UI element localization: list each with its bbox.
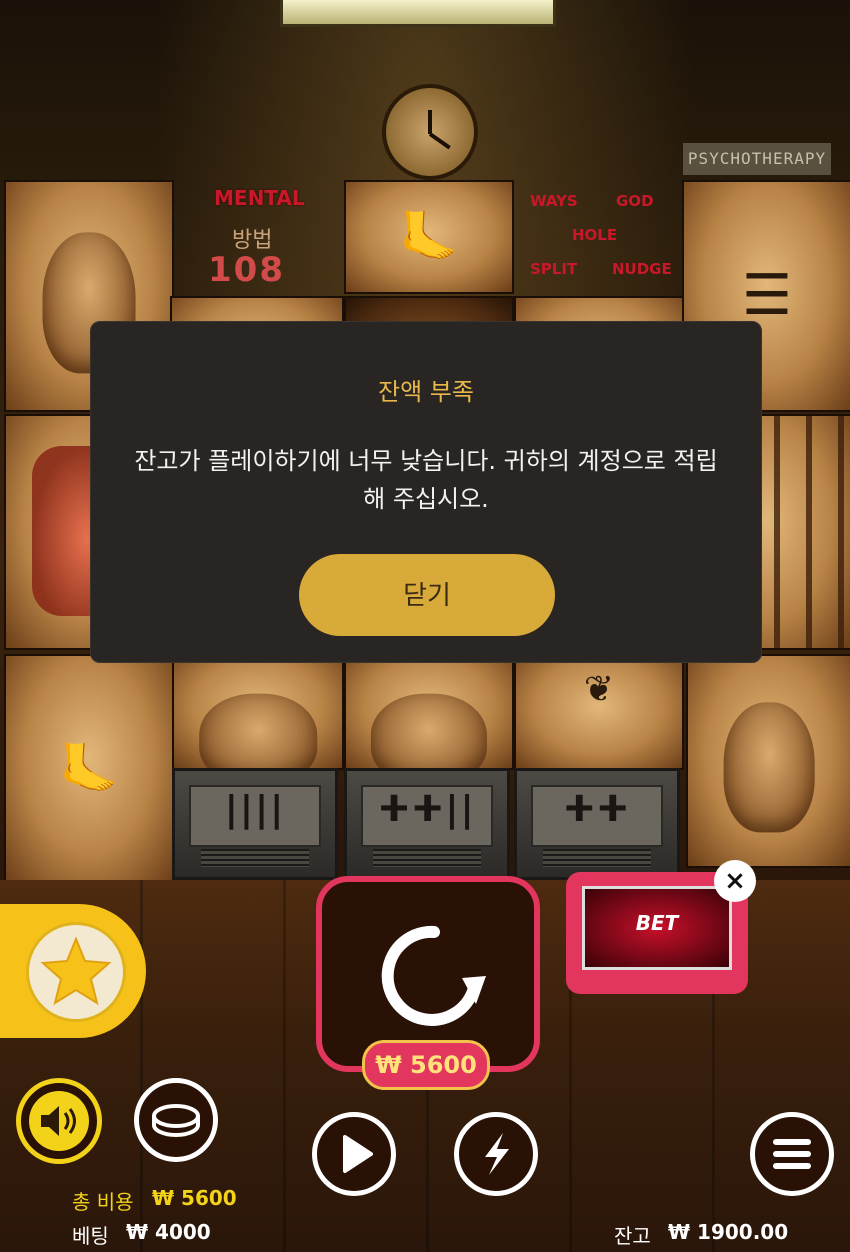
star-icon-frame [26,922,126,1022]
close-button[interactable]: 닫기 [299,554,555,636]
xbet-close-icon[interactable]: × [714,860,756,902]
total-cost-value: ₩ 5600 [152,1186,237,1210]
total-cost-label: 총 비용 [72,1190,134,1214]
spin-price-badge: ₩ 5600 [362,1040,490,1090]
balance-value: ₩ 1900.00 [668,1220,789,1244]
menu-button[interactable] [750,1112,834,1196]
hamburger-menu-icon [773,1139,811,1169]
psychotherapy-sign: PSYCHOTHERAPY [683,143,831,175]
star-icon [40,936,112,1006]
autoplay-button[interactable] [312,1112,396,1196]
coin-button[interactable] [134,1078,218,1162]
feature-sign-ways: WAYS [530,192,578,210]
reel-symbol-moth: ❦ [514,654,684,770]
ceiling-light [280,0,556,27]
reel-symbol-foot-bone: 🦶 [344,180,514,294]
reel-symbol-feature-signs: WAYS GOD HOLE SPLIT NUDGE [516,176,676,294]
favorites-button[interactable] [0,904,146,1038]
xbet-panel: BET [582,886,732,970]
feature-sign-nudge: NUDGE [612,260,672,278]
reel-symbol-foot-bone: 🦶 [4,654,174,884]
coin-icon [152,1104,200,1137]
sound-toggle-button[interactable] [16,1078,102,1164]
wall-clock [382,84,478,180]
feature-sign-god: GOD [616,192,654,210]
tally-crate: |||| [172,768,338,880]
feature-sign-hole: HOLE [572,226,618,244]
play-icon [343,1135,373,1173]
mental-sign-text: MENTAL [214,186,305,210]
bet-value: ₩ 4000 [126,1220,211,1244]
xbet-label: BET [635,911,679,935]
reel-symbol-bandaged-patient [686,654,850,868]
tally-crate: ⵜⵜ [514,768,680,880]
method-counter: 108 [208,250,285,290]
insufficient-balance-dialog: 잔액 부족 잔고가 플레이하기에 너무 낮습니다. 귀하의 계정으로 적립해 주… [90,321,762,663]
bet-label: 베팅 [72,1224,109,1248]
spin-arrow-icon [381,925,486,1026]
feature-sign-split: SPLIT [530,260,578,278]
reel-symbol-patient-torso [172,654,344,770]
reel-symbol-patient-torso [344,654,514,770]
balance-label: 잔고 [614,1224,651,1248]
turbo-button[interactable] [454,1112,538,1196]
lightning-icon [485,1133,509,1175]
dialog-title: 잔액 부족 [378,378,474,406]
speaker-icon [41,1106,76,1136]
dialog-message: 잔고가 플레이하기에 너무 낮습니다. 귀하의 계정으로 적립해 주십시오. [134,447,718,513]
speaker-icon-bg [29,1091,89,1151]
tally-crate: ⵜⵜ|| [344,768,510,880]
reel-symbol-mental-sign: MENTAL 방법 108 [176,180,340,290]
